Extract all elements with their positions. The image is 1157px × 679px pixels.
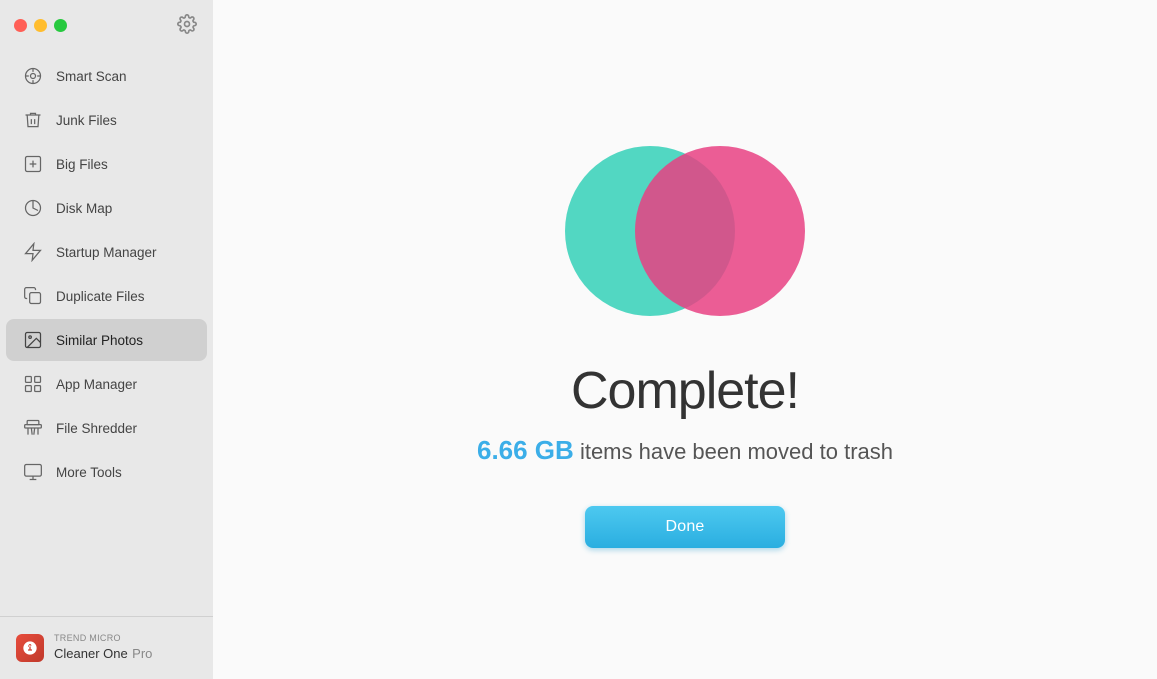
sidebar: Smart Scan Junk Files Big <box>0 0 213 679</box>
subtitle-text: items have been moved to trash <box>580 439 893 464</box>
gear-icon[interactable] <box>177 14 199 36</box>
complete-subtitle: 6.66 GB items have been moved to trash <box>477 435 893 466</box>
maximize-button[interactable] <box>54 19 67 32</box>
sidebar-item-more-tools-label: More Tools <box>56 465 122 480</box>
sidebar-item-smart-scan[interactable]: Smart Scan <box>6 55 207 97</box>
photos-icon <box>22 329 44 351</box>
sidebar-item-disk-map[interactable]: Disk Map <box>6 187 207 229</box>
junk-files-icon <box>22 109 44 131</box>
sidebar-item-big-files-label: Big Files <box>56 157 108 172</box>
brand-logo-icon <box>16 634 44 662</box>
smart-scan-icon <box>22 65 44 87</box>
brand-footer: TREND MICRO Cleaner One Pro <box>0 616 213 679</box>
sidebar-item-duplicate-label: Duplicate Files <box>56 289 145 304</box>
brand-tier: Pro <box>132 646 152 661</box>
nav-menu: Smart Scan Junk Files Big <box>0 50 213 616</box>
sidebar-item-app-manager[interactable]: App Manager <box>6 363 207 405</box>
done-button[interactable]: Done <box>585 506 784 548</box>
circle-right <box>635 146 805 316</box>
app-manager-icon <box>22 373 44 395</box>
sidebar-item-smart-scan-label: Smart Scan <box>56 69 127 84</box>
close-button[interactable] <box>14 19 27 32</box>
sidebar-item-duplicate-files[interactable]: Duplicate Files <box>6 275 207 317</box>
sidebar-item-startup-label: Startup Manager <box>56 245 157 260</box>
big-files-icon <box>22 153 44 175</box>
sidebar-item-startup-manager[interactable]: Startup Manager <box>6 231 207 273</box>
traffic-lights <box>14 19 67 32</box>
sidebar-item-file-shredder-label: File Shredder <box>56 421 137 436</box>
sidebar-item-similar-photos[interactable]: Similar Photos <box>6 319 207 361</box>
duplicate-icon <box>22 285 44 307</box>
brand-vendor: TREND MICRO <box>54 633 152 644</box>
main-content: Complete! 6.66 GB items have been moved … <box>213 0 1157 679</box>
titlebar <box>0 0 213 50</box>
sidebar-item-junk-files[interactable]: Junk Files <box>6 99 207 141</box>
venn-diagram <box>545 131 825 331</box>
sidebar-item-big-files[interactable]: Big Files <box>6 143 207 185</box>
sidebar-item-file-shredder[interactable]: File Shredder <box>6 407 207 449</box>
more-tools-icon <box>22 461 44 483</box>
shredder-icon <box>22 417 44 439</box>
sidebar-item-similar-photos-label: Similar Photos <box>56 333 143 348</box>
brand-product-name: Cleaner One <box>54 646 128 661</box>
sidebar-item-app-manager-label: App Manager <box>56 377 137 392</box>
complete-title: Complete! <box>571 361 799 421</box>
sidebar-item-more-tools[interactable]: More Tools <box>6 451 207 493</box>
minimize-button[interactable] <box>34 19 47 32</box>
startup-icon <box>22 241 44 263</box>
amount-highlight: 6.66 GB <box>477 435 574 465</box>
sidebar-item-junk-files-label: Junk Files <box>56 113 117 128</box>
sidebar-item-disk-map-label: Disk Map <box>56 201 112 216</box>
disk-map-icon <box>22 197 44 219</box>
brand-text: TREND MICRO Cleaner One Pro <box>54 633 152 663</box>
